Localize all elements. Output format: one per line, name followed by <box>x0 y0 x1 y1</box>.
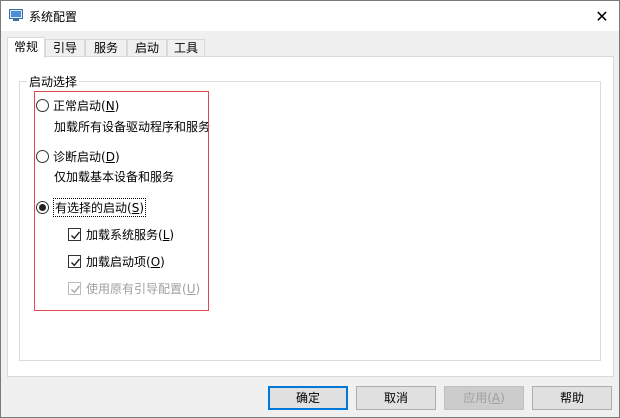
window-title: 系统配置 <box>29 10 78 24</box>
close-icon[interactable]: ✕ <box>585 1 619 31</box>
highlight-box <box>34 91 209 311</box>
cancel-button[interactable]: 取消 <box>356 386 436 410</box>
startup-selection-title: 启动选择 <box>27 73 80 90</box>
tab-boot[interactable]: 引导 <box>45 39 85 57</box>
tab-general[interactable]: 常规 <box>7 37 45 58</box>
tab-tools[interactable]: 工具 <box>167 39 205 57</box>
ok-button[interactable]: 确定 <box>268 386 348 410</box>
system-config-window: 系统配置 ✕ 常规 引导 服务 启动 工具 启动选择 正常启动(N) 加载所有设… <box>0 0 620 418</box>
apply-button: 应用(A) <box>444 386 524 410</box>
tab-services[interactable]: 服务 <box>85 39 127 57</box>
help-button[interactable]: 帮助 <box>532 386 612 410</box>
tab-startup[interactable]: 启动 <box>127 39 167 57</box>
title-bar: 系统配置 ✕ <box>1 1 619 31</box>
msconfig-app-icon <box>9 9 23 21</box>
